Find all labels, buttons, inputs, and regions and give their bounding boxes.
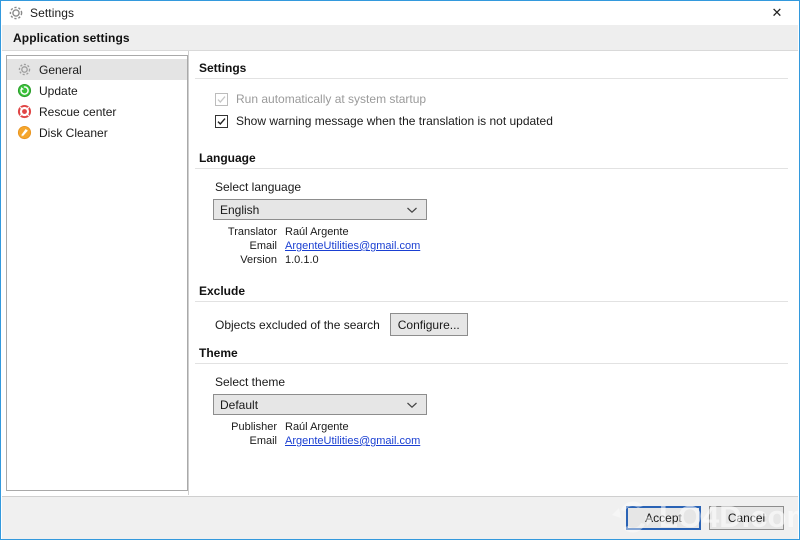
language-select[interactable]: English	[213, 199, 427, 220]
info-value: Raúl Argente	[285, 421, 349, 433]
check-mark-icon	[217, 95, 226, 103]
section-title: Theme	[199, 346, 238, 360]
info-row: Translator Raúl Argente	[189, 226, 789, 239]
info-row: Email ArgenteUtilities@gmail.com	[189, 435, 789, 448]
section-title: Language	[199, 151, 256, 165]
section-title: Exclude	[199, 284, 246, 298]
section-divider	[195, 301, 788, 302]
content-pane: Settings Run automatically at system sta…	[188, 51, 799, 495]
section-exclude: Exclude Objects excluded of the search C…	[189, 284, 789, 336]
sidebar-list: General Update Rescue center Disk Cleane…	[7, 56, 187, 143]
checkbox-box	[215, 114, 228, 128]
section-title: Settings	[199, 61, 247, 75]
publisher-info: Publisher Raúl Argente Email ArgenteUtil…	[189, 421, 789, 448]
gear-icon	[18, 63, 31, 76]
translator-info: Translator Raúl Argente Email ArgenteUti…	[189, 226, 789, 267]
settings-window: Settings ✕ Application settings General	[0, 0, 800, 540]
sidebar-item-rescue-center[interactable]: Rescue center	[7, 101, 187, 122]
header-title: Application settings	[13, 30, 130, 45]
cancel-button[interactable]: Cancel	[709, 506, 784, 530]
chevron-down-icon	[407, 207, 417, 213]
sidebar: General Update Rescue center Disk Cleane…	[6, 55, 188, 491]
checkbox-box	[215, 92, 228, 106]
info-key: Email	[249, 435, 277, 447]
life-ring-icon	[17, 104, 32, 119]
section-language: Language Select language English Transla…	[189, 151, 789, 267]
info-row: Email ArgenteUtilities@gmail.com	[189, 240, 789, 253]
select-theme-label: Select theme	[215, 375, 286, 389]
configure-button[interactable]: Configure...	[389, 313, 468, 336]
section-divider	[195, 363, 788, 364]
close-icon[interactable]: ✕	[755, 1, 799, 25]
section-divider	[195, 78, 788, 79]
title-bar: Settings ✕	[1, 1, 799, 26]
checkbox-label: Run automatically at system startup	[236, 92, 427, 106]
sidebar-item-disk-cleaner[interactable]: Disk Cleaner	[7, 122, 187, 143]
sidebar-item-label: Disk Cleaner	[39, 125, 108, 140]
translator-email-link[interactable]: ArgenteUtilities@gmail.com	[285, 241, 420, 252]
window-title: Settings	[30, 6, 75, 20]
footer-bar: Accept Cancel	[2, 496, 798, 539]
checkbox-show-translation-warning[interactable]: Show warning message when the translatio…	[215, 112, 789, 130]
info-key: Email	[249, 240, 277, 252]
chevron-down-icon	[407, 402, 417, 408]
info-value: Raúl Argente	[285, 226, 349, 238]
sidebar-item-update[interactable]: Update	[7, 80, 187, 101]
accept-button[interactable]: Accept	[626, 506, 701, 530]
checkbox-label: Show warning message when the translatio…	[236, 114, 553, 128]
info-value: 1.0.1.0	[285, 254, 319, 266]
publisher-email-link[interactable]: ArgenteUtilities@gmail.com	[285, 436, 420, 447]
refresh-circle-icon	[17, 83, 32, 98]
exclude-row: Objects excluded of the search Configure…	[215, 313, 789, 336]
body-area: General Update Rescue center Disk Cleane…	[2, 51, 799, 495]
footer-buttons: Accept Cancel	[626, 506, 784, 530]
brush-circle-icon	[17, 125, 32, 140]
section-settings: Settings Run automatically at system sta…	[189, 61, 789, 130]
select-language-label: Select language	[215, 180, 302, 194]
sidebar-item-label: Rescue center	[39, 104, 117, 119]
checkbox-run-at-startup[interactable]: Run automatically at system startup	[215, 90, 789, 108]
check-mark-icon	[217, 117, 226, 125]
gear-icon	[9, 6, 23, 20]
info-row: Publisher Raúl Argente	[189, 421, 789, 434]
section-theme: Theme Select theme Default Publisher Raú…	[189, 346, 789, 448]
sidebar-item-label: General	[39, 62, 82, 77]
info-key: Translator	[227, 226, 277, 238]
sidebar-item-label: Update	[39, 83, 78, 98]
section-divider	[195, 168, 788, 169]
info-key: Version	[240, 254, 277, 266]
language-select-value: English	[220, 202, 260, 217]
exclude-description: Objects excluded of the search	[215, 317, 380, 332]
theme-select[interactable]: Default	[213, 394, 427, 415]
info-key: Publisher	[231, 421, 277, 433]
sidebar-item-general[interactable]: General	[7, 59, 187, 80]
application-settings-header: Application settings	[2, 25, 798, 51]
info-row: Version 1.0.1.0	[189, 254, 789, 267]
theme-select-value: Default	[220, 397, 259, 412]
